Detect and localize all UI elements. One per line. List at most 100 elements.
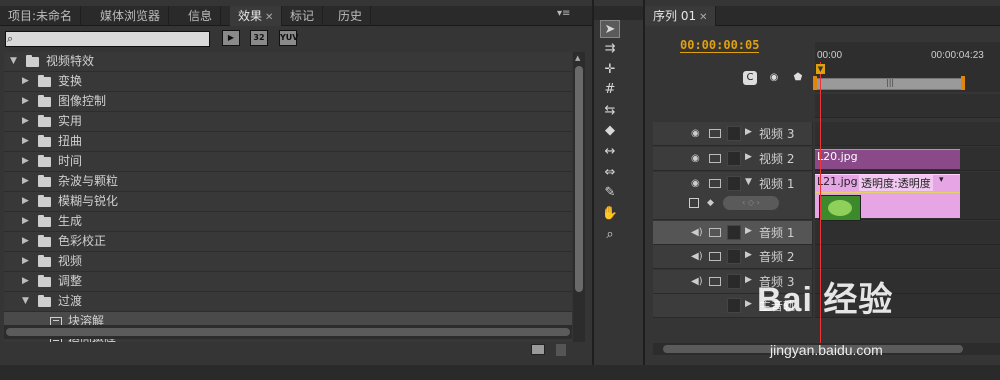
sync-lock-icon[interactable] bbox=[709, 252, 721, 261]
32bit-effects-icon[interactable]: 32 bbox=[250, 30, 268, 46]
timecode-display[interactable]: 00:00:00:05 bbox=[680, 38, 760, 53]
playhead-handle[interactable]: ▼ bbox=[816, 64, 825, 74]
track-lane[interactable]: L20.jpg bbox=[815, 147, 1000, 171]
scroll-thumb[interactable] bbox=[575, 66, 583, 292]
yuv-effects-icon[interactable]: YUV bbox=[279, 30, 298, 46]
pen-tool-icon[interactable]: ✎ bbox=[600, 184, 620, 202]
tree-item[interactable]: ▶ 时间 bbox=[4, 152, 572, 172]
hand-tool-icon[interactable]: ✋ bbox=[600, 205, 620, 223]
scroll-up-icon[interactable]: ▲ bbox=[575, 54, 580, 62]
tree-item[interactable]: ▶ 变换 bbox=[4, 72, 572, 92]
lock-icon[interactable] bbox=[727, 225, 741, 240]
tree-item[interactable]: ▶ 生成 bbox=[4, 212, 572, 232]
lock-icon[interactable] bbox=[727, 151, 741, 166]
tab-sequence[interactable]: 序列 01 ✕ bbox=[645, 6, 717, 26]
track-lane[interactable] bbox=[815, 245, 1000, 269]
opacity-line[interactable] bbox=[815, 192, 960, 193]
eye-icon[interactable]: ◉ bbox=[691, 153, 700, 164]
track-lane[interactable]: L21.jpg 透明度:透明度 ▾ bbox=[815, 172, 1000, 221]
speaker-icon[interactable]: ◀) bbox=[691, 251, 703, 262]
zoom-tool-icon[interactable]: ⌕ bbox=[600, 226, 620, 244]
clip-fx-label[interactable]: 透明度:透明度 bbox=[859, 175, 933, 191]
trash-icon[interactable] bbox=[556, 344, 566, 356]
tab-info[interactable]: 信息 bbox=[180, 6, 222, 26]
search-input[interactable]: ⌕ bbox=[5, 31, 210, 47]
close-icon[interactable]: ✕ bbox=[699, 12, 707, 23]
chevron-down-icon[interactable]: ▼ bbox=[745, 177, 752, 187]
chevron-right-icon[interactable]: ▶ bbox=[745, 299, 752, 309]
track-header[interactable]: ◀) ▶ 音频 2 bbox=[653, 245, 813, 269]
work-area-start-handle[interactable] bbox=[813, 76, 817, 90]
lock-icon[interactable] bbox=[727, 274, 741, 289]
rolling-edit-tool-icon[interactable]: # bbox=[600, 81, 620, 99]
tab-media-browser[interactable]: 媒体浏览器 bbox=[92, 6, 170, 26]
tree-item[interactable]: ▶ 实用 bbox=[4, 112, 572, 132]
time-ruler[interactable]: 00:00 00:00:04:23 ||| bbox=[813, 42, 1000, 92]
work-area-bar[interactable]: ||| bbox=[815, 78, 963, 90]
chevron-down-icon[interactable]: ▼ bbox=[22, 292, 29, 311]
sync-lock-icon[interactable] bbox=[709, 228, 721, 237]
chevron-right-icon[interactable]: ▶ bbox=[22, 192, 29, 211]
track-header[interactable]: ◉ ▶ 视频 3 bbox=[653, 122, 813, 146]
sync-lock-icon[interactable] bbox=[709, 179, 721, 188]
chevron-right-icon[interactable]: ▶ bbox=[22, 172, 29, 191]
tree-item[interactable]: ▶ 调整 bbox=[4, 272, 572, 292]
clip[interactable]: L20.jpg bbox=[815, 149, 960, 169]
snap-icon[interactable]: C bbox=[743, 71, 757, 85]
chevron-down-icon[interactable]: ▼ bbox=[10, 52, 17, 71]
razor-tool-icon[interactable]: ◆ bbox=[600, 122, 620, 140]
chevron-right-icon[interactable]: ▶ bbox=[745, 127, 752, 137]
eye-icon[interactable]: ◉ bbox=[691, 178, 700, 189]
track-lane[interactable] bbox=[815, 122, 1000, 146]
panel-menu-icon[interactable]: ▾≡ bbox=[557, 8, 570, 19]
rate-stretch-tool-icon[interactable]: ⇆ bbox=[600, 102, 620, 120]
chevron-right-icon[interactable]: ▶ bbox=[22, 92, 29, 111]
slide-tool-icon[interactable]: ⇔ bbox=[600, 164, 620, 182]
slip-tool-icon[interactable]: ↔ bbox=[600, 143, 620, 161]
lock-icon[interactable] bbox=[727, 249, 741, 264]
chevron-right-icon[interactable]: ▶ bbox=[22, 132, 29, 151]
lock-icon[interactable] bbox=[727, 298, 741, 313]
speaker-icon[interactable]: ◀) bbox=[691, 227, 703, 238]
sync-lock-icon[interactable] bbox=[709, 154, 721, 163]
chevron-right-icon[interactable]: ▶ bbox=[22, 272, 29, 291]
track-header[interactable]: ◉ ▼ 视频 1 ◆ ‹ ◇ › bbox=[653, 172, 813, 220]
chevron-right-icon[interactable]: ▶ bbox=[745, 275, 752, 285]
accelerated-effects-icon[interactable]: ▶ bbox=[222, 30, 240, 46]
track-header[interactable]: ◀) ▶ 音频 1 bbox=[653, 221, 813, 245]
sync-lock-icon[interactable] bbox=[709, 277, 721, 286]
speaker-icon[interactable]: ◀) bbox=[691, 276, 703, 287]
lock-icon[interactable] bbox=[727, 126, 741, 141]
tree-item[interactable]: ▶ 扭曲 bbox=[4, 132, 572, 152]
keyframe-nav-icon[interactable]: ‹ ◇ › bbox=[723, 196, 779, 210]
tree-item[interactable]: ▶ 杂波与颗粒 bbox=[4, 172, 572, 192]
tree-item[interactable]: ▼ 过渡 bbox=[4, 292, 572, 312]
tree-item[interactable]: ▼ 视频特效 bbox=[4, 52, 572, 72]
tab-effects[interactable]: 效果 ✕ bbox=[230, 6, 283, 26]
tab-markers[interactable]: 标记 bbox=[282, 6, 324, 26]
marker-icon[interactable]: ◉ bbox=[767, 71, 781, 85]
tree-item[interactable]: ▶ 视频 bbox=[4, 252, 572, 272]
chevron-right-icon[interactable]: ▶ bbox=[22, 232, 29, 251]
new-bin-icon[interactable] bbox=[531, 344, 545, 355]
vertical-scrollbar[interactable]: ▲ bbox=[573, 52, 585, 342]
track-header[interactable]: ◉ ▶ 视频 2 bbox=[653, 147, 813, 171]
chevron-right-icon[interactable]: ▶ bbox=[745, 250, 752, 260]
tree-item[interactable]: ▶ 模糊与锐化 bbox=[4, 192, 572, 212]
chevron-right-icon[interactable]: ▶ bbox=[22, 72, 29, 91]
selection-tool-icon[interactable]: ➤ bbox=[600, 20, 620, 38]
chevron-right-icon[interactable]: ▶ bbox=[22, 152, 29, 171]
tab-history[interactable]: 历史 bbox=[330, 6, 372, 26]
clip[interactable]: L21.jpg 透明度:透明度 ▾ bbox=[815, 174, 960, 221]
sync-lock-icon[interactable] bbox=[709, 129, 721, 138]
tree-item[interactable]: ▶ 色彩校正 bbox=[4, 232, 572, 252]
chevron-right-icon[interactable]: ▶ bbox=[745, 152, 752, 162]
tab-project[interactable]: 项目:未命名 bbox=[0, 6, 82, 26]
work-area-end-handle[interactable] bbox=[961, 76, 965, 90]
set-marker-icon[interactable]: ⬟ bbox=[791, 71, 805, 85]
track-lane[interactable] bbox=[815, 221, 1000, 245]
display-style-icon[interactable] bbox=[689, 198, 699, 208]
close-icon[interactable]: ✕ bbox=[265, 12, 273, 23]
keyframe-icon[interactable]: ◆ bbox=[707, 198, 714, 208]
chevron-right-icon[interactable]: ▶ bbox=[22, 112, 29, 131]
